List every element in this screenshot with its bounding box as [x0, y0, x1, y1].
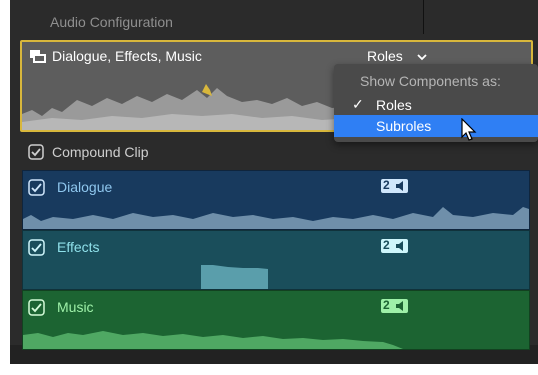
clip-icon	[30, 50, 46, 68]
menu-item-label: Subroles	[376, 118, 432, 134]
show-components-menu: Show Components as: ✓ Roles Subroles	[334, 64, 538, 142]
checkmark-icon: ✓	[352, 96, 364, 112]
lane-dialogue[interactable]: Dialogue 2	[22, 170, 530, 230]
menu-item-roles[interactable]: ✓ Roles	[334, 94, 538, 116]
music-waveform	[23, 331, 403, 349]
callout-line	[423, 0, 424, 34]
menu-header: Show Components as:	[360, 73, 501, 89]
panel-title: Audio Configuration	[50, 14, 173, 30]
lane-effects[interactable]: Effects 2	[22, 230, 530, 290]
clip-name: Dialogue, Effects, Music	[52, 48, 202, 64]
menu-item-subroles[interactable]: Subroles	[334, 115, 538, 137]
lane-music[interactable]: Music 2	[22, 290, 530, 350]
roles-dropdown-button[interactable]: Roles	[367, 48, 403, 64]
compound-clip-checkbox[interactable]	[28, 144, 44, 165]
menu-item-label: Roles	[376, 97, 412, 113]
mouse-pointer-icon	[460, 117, 478, 147]
compound-clip-label: Compound Clip	[52, 144, 149, 160]
dialogue-waveform	[23, 207, 529, 229]
effects-waveform	[201, 265, 268, 289]
